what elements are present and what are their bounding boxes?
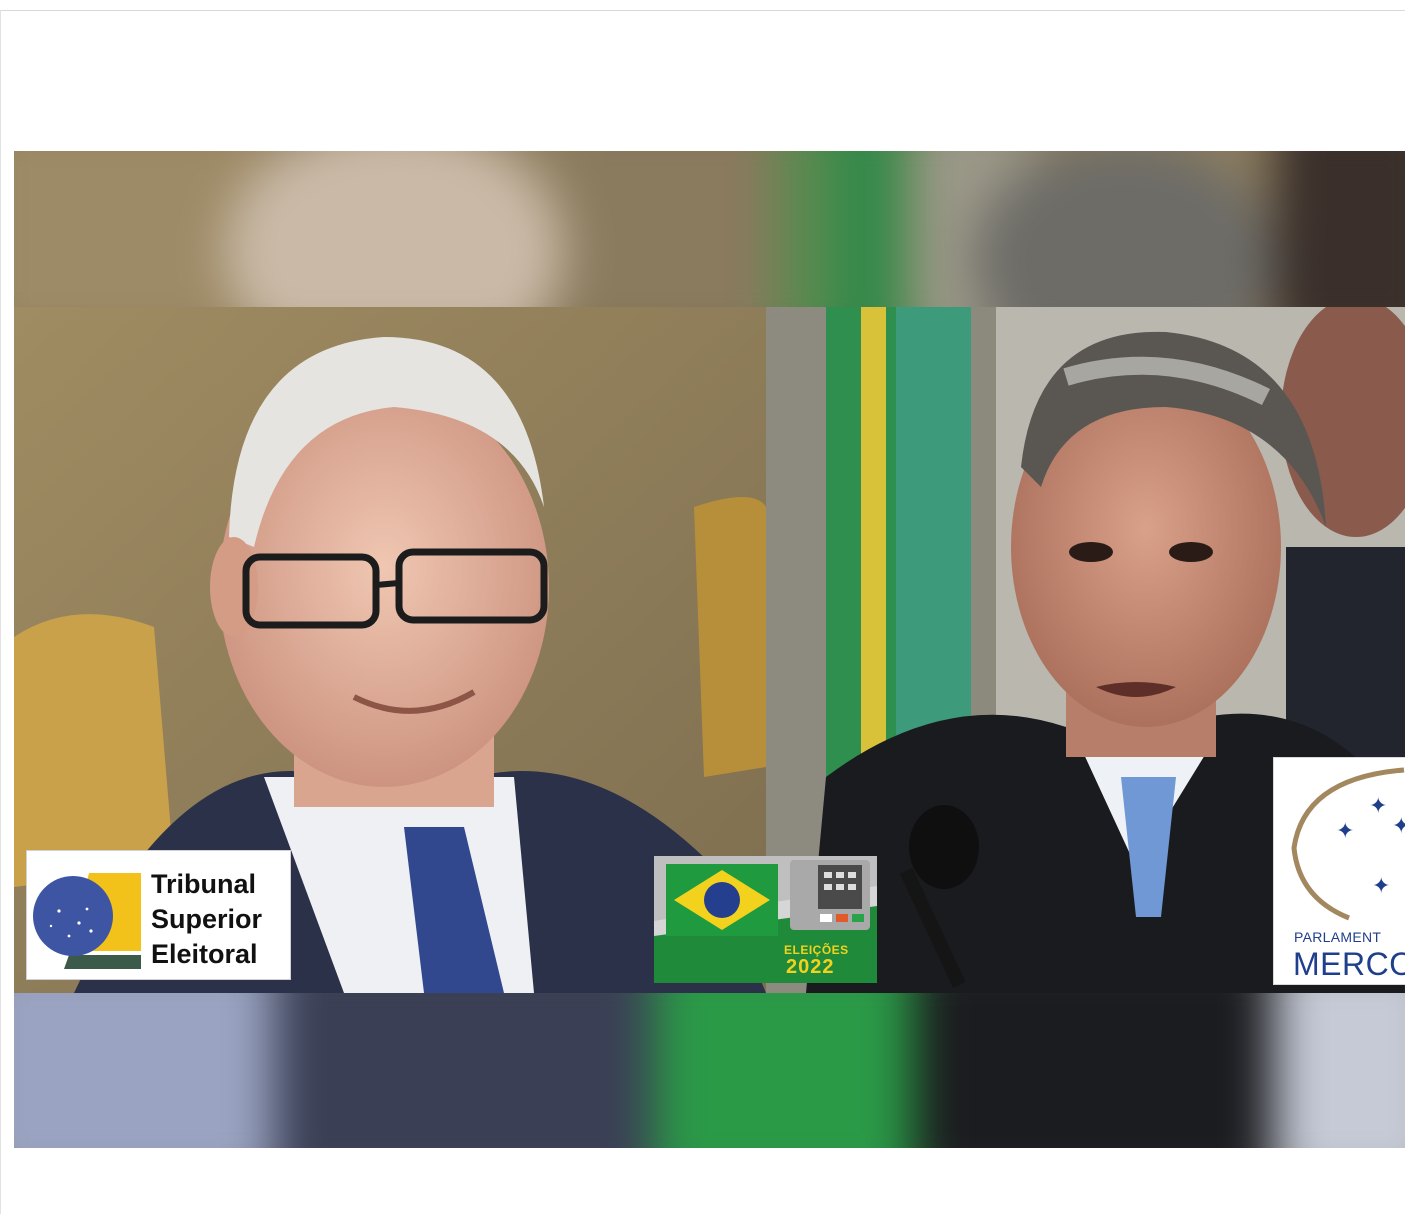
- tse-logo: Tribunal Superior Eleitoral: [26, 850, 291, 980]
- parlasur-line1: PARLAMENT: [1294, 929, 1382, 945]
- parlasur-emblem-icon: ✦ ✦ ✦ ✦: [1291, 767, 1405, 921]
- tse-line3: Eleitoral: [151, 939, 258, 969]
- composite-photo: [14, 151, 1405, 1148]
- parlasur-logo: ✦ ✦ ✦ ✦ PARLAMENT MERCO: [1273, 757, 1405, 985]
- voting-machine-icon: [790, 860, 870, 930]
- blurred-top-band: [14, 151, 1405, 307]
- svg-text:✦: ✦: [1392, 814, 1405, 839]
- svg-text:✦: ✦: [1372, 874, 1390, 899]
- parlasur-line2: MERCO: [1293, 946, 1405, 982]
- svg-text:✦: ✦: [1369, 794, 1387, 819]
- tse-emblem-icon: [33, 873, 141, 969]
- elections-logo: ELEIÇÕES 2022: [654, 856, 877, 983]
- blurred-bottom-band: [14, 993, 1405, 1148]
- svg-text:✦: ✦: [1336, 819, 1354, 844]
- tse-line1: Tribunal: [151, 869, 257, 899]
- brazil-flag-icon: [666, 864, 778, 936]
- elections-year: 2022: [786, 956, 835, 978]
- tse-line2: Superior: [151, 904, 263, 934]
